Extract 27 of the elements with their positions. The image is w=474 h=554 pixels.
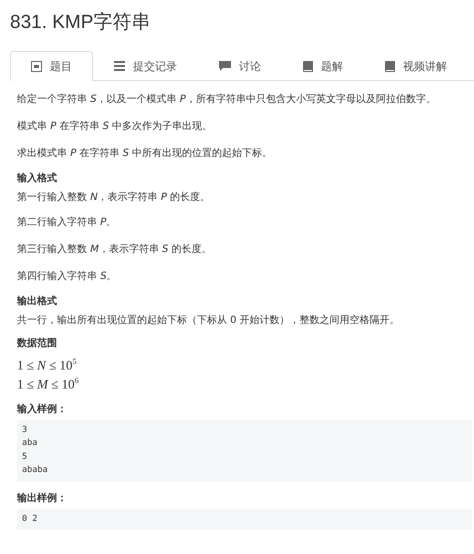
document-icon [31,61,42,72]
book-icon [385,60,395,72]
chat-icon [219,61,231,71]
math-formula: 1 ≤ M ≤ 10$^{6}$ [17,375,79,393]
paragraph: 模式串 P 在字符串 S 中多次作为子串出现。 [17,120,214,134]
list-icon [114,61,125,71]
code-line: 3 [22,424,28,437]
code-line: aba [22,437,38,450]
section-heading: 数据范围 [17,337,58,351]
code-line: 5 [22,450,28,464]
paragraph: 共一行，输出所有出现位置的起始下标（下标从 0 开始计数），整数之间用空格隔开。 [17,314,401,328]
paragraph: 第四行输入字符串 S。 [17,270,118,284]
code-line: ababa [22,464,48,478]
page-title: 831. KMP字符串 [9,11,152,35]
code-line: 0 2 [22,512,38,526]
paragraph: 第三行输入整数 M，表示字符串 S 的长度。 [17,242,213,257]
section-heading: 输出格式 [17,295,58,309]
section-heading: 输出样例： [17,492,68,506]
paragraph: 给定一个字符串 S，以及一个模式串 P，所有字符串中只包含大小写英文字母以及阿拉伯数字。 [17,92,437,107]
book-icon [303,60,313,72]
paragraph: 第一行输入整数 N，表示字符串 P 的长度。 [17,190,212,205]
section-heading: 输入格式 [17,172,58,186]
section-heading: 输入样例： [17,402,68,417]
paragraph: 第二行输入字符串 P。 [17,216,118,230]
tab[interactable]: 题目 [10,51,93,81]
paragraph: 求出模式串 P 在字符串 S 中所有出现的位置的起始下标。 [17,146,274,161]
math-formula: 1 ≤ N ≤ 10$^{5}$ [17,356,76,374]
